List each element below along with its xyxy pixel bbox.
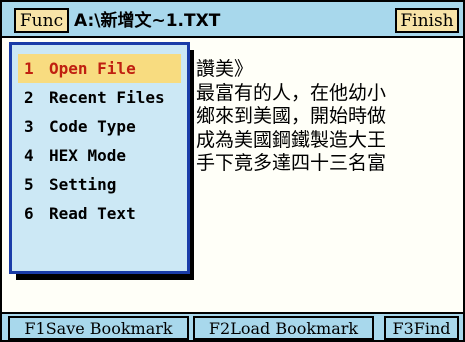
title-bar: Func A:\新增文~1.TXT Finish	[2, 2, 463, 38]
menu-item-recent-files[interactable]: 2 Recent Files	[18, 83, 181, 112]
load-bookmark-button[interactable]: F2Load Bookmark	[193, 316, 374, 340]
reader-screen: Func A:\新增文~1.TXT Finish 讚美》 最富有的人，在他幼小 …	[0, 0, 465, 342]
menu-item-setting[interactable]: 5 Setting	[18, 170, 181, 199]
menu-item-label: Code Type	[49, 117, 136, 136]
save-bookmark-button[interactable]: F1Save Bookmark	[8, 316, 189, 340]
func-menu: 1 Open File 2 Recent Files 3 Code Type 4…	[9, 42, 190, 274]
menu-item-number: 1	[24, 59, 34, 78]
text-line: 最富有的人，在他幼小	[196, 81, 387, 104]
finish-button[interactable]: Finish	[395, 8, 459, 33]
find-button[interactable]: F3Find	[384, 316, 459, 340]
menu-item-label: Recent Files	[49, 88, 165, 107]
menu-item-number: 2	[24, 88, 34, 107]
menu-item-code-type[interactable]: 3 Code Type	[18, 112, 181, 141]
menu-item-number: 3	[24, 117, 34, 136]
text-line: 鄉來到美國，開始時做	[196, 105, 387, 127]
file-path: A:\新增文~1.TXT	[74, 11, 221, 31]
menu-item-number: 4	[24, 146, 34, 165]
menu-item-read-text[interactable]: 6 Read Text	[18, 199, 181, 228]
menu-item-open-file[interactable]: 1 Open File	[18, 54, 181, 83]
text-content: 讚美》 最富有的人，在他幼小 鄉來到美國，開始時做 成為美國鋼鐵製造大王 手下竟…	[196, 58, 456, 176]
menu-item-hex-mode[interactable]: 4 HEX Mode	[18, 141, 181, 170]
menu-item-label: Read Text	[49, 204, 136, 223]
text-line: 成為美國鋼鐵製造大王	[196, 128, 387, 151]
menu-item-label: Open File	[49, 59, 136, 78]
function-key-bar: F1Save Bookmark F2Load Bookmark F3Find	[2, 312, 463, 340]
menu-item-label: HEX Mode	[49, 146, 127, 165]
func-button[interactable]: Func	[14, 8, 69, 33]
menu-item-number: 6	[24, 204, 34, 223]
menu-item-label: Setting	[49, 175, 117, 194]
text-line: 手下竟多達四十三名富	[196, 152, 387, 174]
text-line: 讚美》	[196, 58, 254, 80]
menu-item-number: 5	[24, 175, 34, 194]
